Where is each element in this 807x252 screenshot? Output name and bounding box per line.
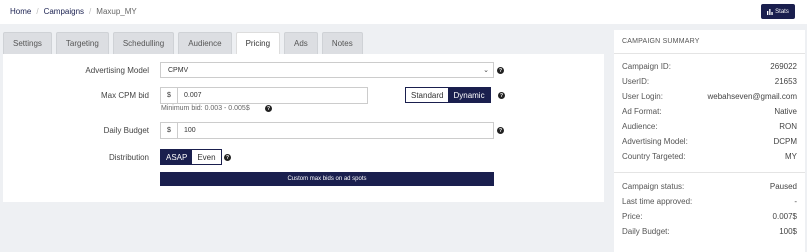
advertising-model-select[interactable]: CPMV ⌄ <box>160 62 494 78</box>
asap-option[interactable]: ASAP <box>161 150 193 164</box>
help-icon[interactable]: ? <box>265 105 272 112</box>
advertising-model-value: CPMV <box>168 66 189 74</box>
summary-label: Country Targeted: <box>622 152 686 161</box>
chevron-down-icon: ⌄ <box>483 67 489 74</box>
minimum-bid-text: Minimum bid: 0.003 - 0.005$ <box>161 105 250 112</box>
summary-value: MY <box>785 152 797 161</box>
summary-row: Ad Format: Native <box>622 107 797 116</box>
summary-value: 269022 <box>770 62 797 71</box>
max-cpm-bid-label: Max CPM bid <box>100 91 149 100</box>
distribution-toggle: ASAP Even <box>160 149 222 165</box>
summary-row: Last time approved: - <box>622 197 797 206</box>
tab-bar: Settings Targeting Schedulling Audience … <box>3 32 363 54</box>
summary-label: Ad Format: <box>622 107 662 116</box>
daily-budget-input[interactable] <box>178 123 493 138</box>
distribution-label: Distribution <box>108 153 149 162</box>
daily-budget-group: $ <box>160 122 494 139</box>
breadcrumb: Home / Campaigns / Maxup_MY <box>10 7 137 16</box>
tab-ads[interactable]: Ads <box>284 32 318 54</box>
summary-divider <box>614 172 805 173</box>
tab-targeting[interactable]: Targeting <box>55 32 109 54</box>
tab-scheduling[interactable]: Schedulling <box>112 32 175 54</box>
stats-button-label: Stats <box>775 8 789 15</box>
pricing-panel: Advertising Model CPMV ⌄ ? Max CPM bid $… <box>3 54 604 202</box>
summary-value: RON <box>779 122 797 131</box>
summary-label: UserID: <box>622 77 650 86</box>
advertising-model-label: Advertising Model <box>85 66 149 75</box>
currency-addon: $ <box>161 88 178 103</box>
summary-label: Audience: <box>622 122 658 131</box>
minimum-bid-hint: Minimum bid: 0.003 - 0.005$ <box>161 105 250 112</box>
summary-value: webahseven@gmail.com <box>707 92 798 101</box>
top-bar: Home / Campaigns / Maxup_MY Stats <box>0 0 807 24</box>
summary-label: Campaign ID: <box>622 62 671 71</box>
help-icon[interactable]: ? <box>498 92 505 99</box>
summary-row: Campaign ID: 269022 <box>622 62 797 71</box>
summary-label: Last time approved: <box>622 197 693 206</box>
bar-chart-icon <box>767 8 773 15</box>
breadcrumb-home-link[interactable]: Home <box>10 7 31 16</box>
summary-row: User Login: webahseven@gmail.com <box>622 92 797 101</box>
breadcrumb-current: Maxup_MY <box>96 7 137 16</box>
campaign-summary-panel: CAMPAIGN SUMMARY Campaign ID: 269022 User… <box>614 30 805 252</box>
summary-row: Country Targeted: MY <box>622 152 797 161</box>
help-icon[interactable]: ? <box>497 127 504 134</box>
help-icon[interactable]: ? <box>224 154 231 161</box>
summary-label: Campaign status: <box>622 182 685 191</box>
summary-value: 21653 <box>774 77 797 86</box>
max-cpm-bid-group: $ <box>160 87 368 104</box>
summary-row: Advertising Model: DCPM <box>622 137 797 146</box>
summary-value: Native <box>774 107 797 116</box>
summary-row: Price: 0.007$ <box>622 212 797 221</box>
summary-row: Campaign status: Paused <box>622 182 797 191</box>
tab-audience[interactable]: Audience <box>178 32 232 54</box>
summary-value: - <box>794 197 797 206</box>
breadcrumb-separator: / <box>36 7 39 16</box>
summary-label: User Login: <box>622 92 663 101</box>
help-icon[interactable]: ? <box>497 67 504 74</box>
summary-value: 100$ <box>779 227 797 236</box>
summary-row: UserID: 21653 <box>622 77 797 86</box>
campaign-summary-title: CAMPAIGN SUMMARY <box>614 30 805 54</box>
summary-value: 0.007$ <box>772 212 797 221</box>
stats-button[interactable]: Stats <box>761 4 795 19</box>
summary-value: DCPM <box>773 137 797 146</box>
breadcrumb-campaigns-link[interactable]: Campaigns <box>44 7 84 16</box>
even-option[interactable]: Even <box>192 150 221 164</box>
summary-label: Price: <box>622 212 643 221</box>
bid-mode-toggle: Standard Dynamic <box>405 87 491 103</box>
tab-notes[interactable]: Notes <box>321 32 363 54</box>
daily-budget-label: Daily Budget <box>103 126 149 135</box>
summary-value: Paused <box>769 182 797 191</box>
breadcrumb-separator: / <box>89 7 92 16</box>
summary-label: Advertising Model: <box>622 137 688 146</box>
dynamic-option[interactable]: Dynamic <box>448 88 490 102</box>
summary-row: Audience: RON <box>622 122 797 131</box>
summary-row: Daily Budget: 100$ <box>622 227 797 236</box>
tab-pricing[interactable]: Pricing <box>235 32 281 54</box>
summary-label: Daily Budget: <box>622 227 670 236</box>
currency-addon: $ <box>161 123 178 138</box>
tab-settings[interactable]: Settings <box>3 32 52 54</box>
standard-option[interactable]: Standard <box>406 88 449 102</box>
custom-max-bids-button[interactable]: Custom max bids on ad spots <box>160 172 494 186</box>
max-cpm-bid-input[interactable] <box>178 88 367 103</box>
